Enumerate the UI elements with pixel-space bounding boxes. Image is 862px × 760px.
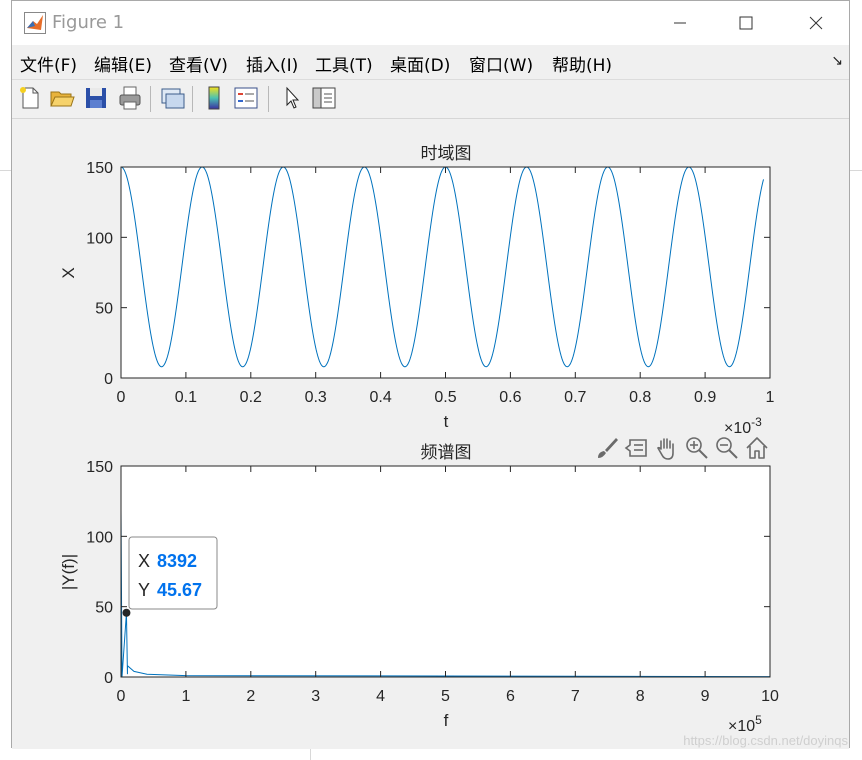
watermark: https://blog.csdn.net/doyinqs — [683, 733, 848, 748]
x-tick-label: 0.1 — [175, 389, 197, 406]
x-exponent-label: ×10-3 — [724, 415, 762, 437]
axes-background — [121, 466, 770, 677]
x-tick-label: 1 — [181, 688, 190, 705]
x-exponent-label: ×105 — [728, 713, 762, 735]
menu-desktop[interactable]: 桌面(D) — [390, 51, 450, 76]
menu-bar: 文件(F) 编辑(E) 查看(V) 插入(I) 工具(T) 桌面(D) 窗口(W… — [12, 45, 849, 80]
x-tick-label: 8 — [636, 688, 645, 705]
x-tick-label: 0 — [117, 688, 126, 705]
datatip-x-label: X — [138, 551, 150, 571]
x-axis-label: f — [444, 711, 449, 730]
x-tick-label: 0.6 — [499, 389, 521, 406]
x-tick-label: 7 — [571, 688, 580, 705]
datatip[interactable]: X 8392 Y 45.67 — [122, 536, 218, 617]
menu-window[interactable]: 窗口(W) — [469, 51, 533, 76]
toolbar-separator — [268, 86, 269, 112]
x-axis-label: t — [444, 412, 449, 431]
x-tick-label: 2 — [246, 688, 255, 705]
x-tick-label: 0.4 — [369, 389, 391, 406]
y-tick-label: 100 — [86, 529, 113, 546]
y-tick-label: 50 — [95, 600, 113, 617]
print-icon[interactable] — [116, 84, 144, 112]
x-tick-label: 1 — [766, 389, 775, 406]
background-divider — [0, 170, 11, 171]
home-icon[interactable] — [744, 435, 770, 461]
figure-canvas: 0 0.1 0.2 0.3 0.4 0.5 0.6 0.7 0.8 0.9 1 0 50 100 150 时… — [12, 119, 849, 749]
link-plot-icon[interactable] — [158, 84, 186, 112]
close-button[interactable] — [800, 7, 832, 39]
figure-toolbar — [12, 80, 849, 119]
undock-arrow-icon[interactable]: ↘ — [831, 53, 843, 69]
axes-time-domain[interactable]: 0 0.1 0.2 0.3 0.4 0.5 0.6 0.7 0.8 0.9 1 0 50 100 150 时… — [59, 144, 775, 437]
pan-icon[interactable] — [654, 435, 680, 461]
x-tick-label: 6 — [506, 688, 515, 705]
toolbar-separator — [192, 86, 193, 112]
y-tick-label: 150 — [86, 459, 113, 476]
background-divider — [310, 748, 311, 760]
y-tick-label: 100 — [86, 230, 113, 247]
x-tick-label: 3 — [311, 688, 320, 705]
matlab-icon — [24, 12, 46, 34]
x-tick-label: 0.2 — [240, 389, 262, 406]
menu-edit[interactable]: 编辑(E) — [94, 51, 152, 76]
plots-svg: 0 0.1 0.2 0.3 0.4 0.5 0.6 0.7 0.8 0.9 1050100150 时… — [59, 144, 848, 748]
data-tips-icon[interactable] — [624, 435, 650, 461]
save-icon[interactable] — [82, 84, 110, 112]
y-axis-label: X — [59, 267, 78, 278]
menu-help[interactable]: 帮助(H) — [552, 51, 612, 76]
plot-title: 时域图 — [421, 144, 472, 163]
x-tick-label: 0.7 — [564, 389, 586, 406]
x-tick-label: 0.9 — [694, 389, 716, 406]
figure-window: Figure 1 文件(F) 编辑(E) 查看(V) 插入(I) 工具(T) 桌… — [11, 0, 850, 749]
property-editor-icon[interactable] — [310, 84, 338, 112]
new-figure-icon[interactable] — [16, 84, 44, 112]
open-file-icon[interactable] — [48, 84, 76, 112]
x-tick-label: 0.3 — [305, 389, 327, 406]
x-tick-label: 4 — [376, 688, 385, 705]
y-tick-label: 0 — [104, 371, 113, 388]
menu-file[interactable]: 文件(F) — [20, 51, 77, 76]
x-tick-label: 5 — [441, 688, 450, 705]
axes-background — [121, 167, 770, 378]
brush-icon[interactable] — [594, 435, 620, 461]
y-tick-label: 150 — [86, 160, 113, 177]
x-tick-label: 9 — [701, 688, 710, 705]
zoom-in-icon[interactable] — [684, 435, 710, 461]
menu-tools[interactable]: 工具(T) — [315, 51, 373, 76]
datatip-x-value: 8392 — [157, 551, 197, 571]
plot-title: 频谱图 — [421, 443, 472, 462]
minimize-button[interactable] — [664, 7, 696, 39]
y-axis-label: |Y(f)| — [59, 554, 78, 590]
colorbar-icon[interactable] — [200, 84, 228, 112]
x-tick-label: 0.8 — [629, 389, 651, 406]
y-tick-label: 50 — [95, 301, 113, 318]
axes-spectrum[interactable]: 0 1 2 3 4 5 6 7 8 9 10050100150 频谱图 f |Y(f)| ×105 … — [59, 443, 779, 735]
pointer-icon[interactable] — [278, 84, 306, 112]
x-tick-label: 0 — [117, 389, 126, 406]
window-title: Figure 1 — [52, 12, 125, 33]
menu-view[interactable]: 查看(V) — [169, 51, 228, 76]
x-tick-label: 0.5 — [434, 389, 456, 406]
datatip-y-label: Y — [138, 580, 150, 600]
datatip-marker — [122, 608, 131, 617]
title-bar: Figure 1 — [12, 1, 849, 45]
toolbar-separator — [150, 86, 151, 112]
maximize-button[interactable] — [730, 7, 762, 39]
background-divider — [850, 170, 862, 171]
menu-insert[interactable]: 插入(I) — [246, 51, 298, 76]
datatip-y-value: 45.67 — [157, 580, 202, 600]
zoom-out-icon[interactable] — [714, 435, 740, 461]
x-tick-label: 10 — [761, 688, 779, 705]
legend-icon[interactable] — [232, 84, 260, 112]
y-tick-label: 0 — [104, 670, 113, 687]
